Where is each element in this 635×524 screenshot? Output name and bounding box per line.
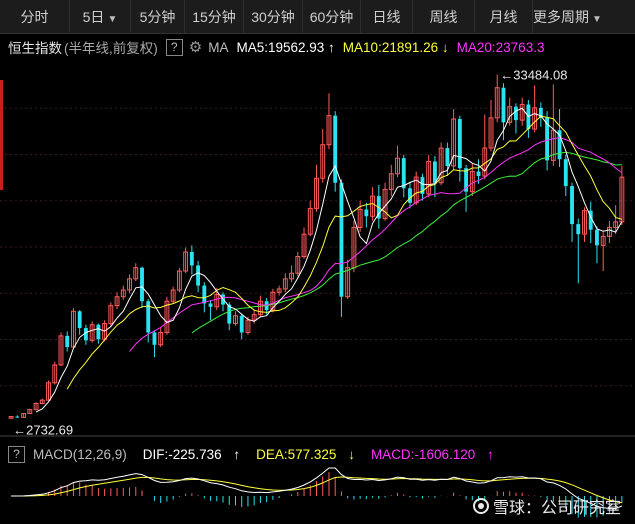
candle-down: [364, 209, 369, 217]
candle-down: [457, 119, 462, 169]
candle-down: [202, 285, 207, 304]
candle-down: [189, 252, 194, 266]
candle-down: [77, 311, 82, 329]
candle-down: [401, 158, 406, 189]
left-edge-marker: [0, 80, 3, 190]
candle-down: [476, 171, 481, 177]
arrow-down-icon: ↓: [348, 446, 355, 462]
candle-down: [570, 186, 574, 225]
candle-down: [563, 159, 568, 187]
candle-down: [595, 229, 599, 246]
ma10-line: [66, 115, 623, 390]
candle-down: [514, 106, 518, 121]
macd-info-bar: ? MACD(12,26,9) DIF:-225.736 ↑ DEA:577.3…: [0, 443, 635, 465]
snowball-logo-icon: [472, 498, 489, 514]
candle-down: [152, 332, 157, 345]
watermark: 雪球：公司研究室: [472, 494, 621, 518]
low-price-label: ←2732.69: [13, 422, 73, 437]
macd-value: MACD:-1606.120 ↑: [370, 446, 494, 462]
candle-down: [208, 303, 213, 307]
macd-label: MACD(12,26,9): [33, 446, 127, 462]
candle-down: [408, 188, 412, 203]
candle-down: [65, 335, 70, 348]
candle-down: [445, 148, 450, 166]
arrow-up-icon: ↑: [487, 446, 494, 462]
candle-down: [196, 265, 201, 286]
candle-down: [15, 416, 20, 418]
ma20-line: [129, 137, 623, 352]
candle-down: [333, 115, 338, 183]
candle-down: [140, 267, 144, 302]
dea-value: DEA:577.325 ↓: [256, 446, 355, 462]
ma5-line: [35, 107, 623, 413]
ma30-line: [191, 151, 622, 334]
arrow-up-icon: ↑: [233, 446, 241, 462]
candle-down: [339, 182, 344, 297]
candle-down: [96, 324, 101, 340]
candle-down: [239, 315, 244, 333]
high-price-label: ←33484.08: [500, 67, 567, 82]
candle-down: [576, 224, 581, 235]
candle-down: [432, 161, 437, 183]
dif-value: DIF:-225.736 ↑: [142, 446, 241, 462]
candle-down: [501, 87, 506, 123]
macd-help-button[interactable]: ?: [8, 445, 25, 463]
